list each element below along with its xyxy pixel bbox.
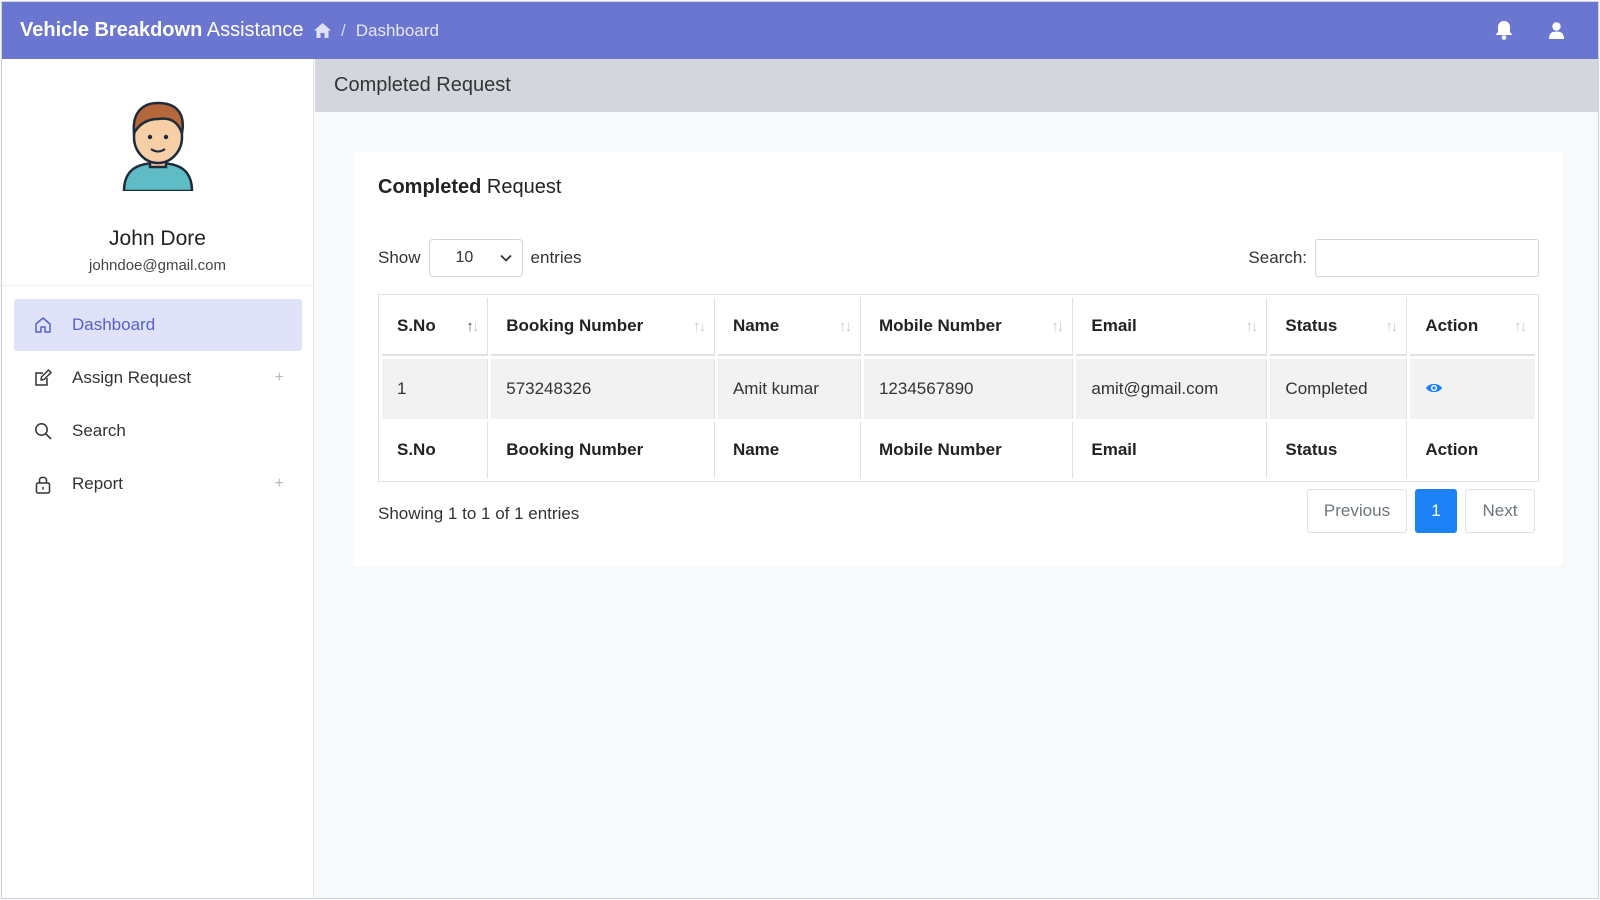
brand-title[interactable]: Vehicle Breakdown Assistance xyxy=(2,19,314,42)
footer-status: Status xyxy=(1270,422,1408,478)
table-row: 1 573248326 Amit kumar 1234567890 amit@g… xyxy=(382,359,1535,419)
search-icon xyxy=(32,420,54,442)
chevron-down-icon xyxy=(499,249,512,267)
lock-icon xyxy=(32,473,54,495)
footer-booking-number: Booking Number xyxy=(491,422,715,478)
column-header-mobile-number[interactable]: Mobile Number ↑↓ xyxy=(863,298,1074,356)
sidebar: John Dore johndoe@gmail.com Dashboard As… xyxy=(2,59,314,898)
column-header-status[interactable]: Status ↑↓ xyxy=(1270,298,1408,356)
table-search: Search: xyxy=(1248,239,1539,277)
cell-email: amit@gmail.com xyxy=(1076,359,1268,419)
footer-name: Name xyxy=(718,422,861,478)
column-header-booking-number[interactable]: Booking Number ↑↓ xyxy=(491,298,715,356)
sidebar-nav: Dashboard Assign Request + Search Report… xyxy=(14,299,302,511)
card-title: Completed Request xyxy=(378,176,561,199)
card-title-rest: Request xyxy=(481,176,562,198)
home-outline-icon xyxy=(32,314,54,336)
previous-button[interactable]: Previous xyxy=(1307,489,1407,533)
cell-mobile-number: 1234567890 xyxy=(863,359,1074,419)
search-label: Search: xyxy=(1248,248,1307,267)
cell-name: Amit kumar xyxy=(717,359,861,419)
footer-action: Action xyxy=(1425,440,1479,459)
breadcrumb-current: Dashboard xyxy=(355,20,439,40)
card-title-bold: Completed xyxy=(378,176,482,198)
column-header-action[interactable]: Action ↑↓ xyxy=(1410,298,1535,356)
footer-sno: S.No xyxy=(382,422,489,478)
sidebar-item-label: Assign Request xyxy=(72,368,192,387)
column-header-sno[interactable]: S.No ↑↓ xyxy=(382,298,489,356)
show-label: Show xyxy=(378,248,421,267)
sidebar-item-label: Search xyxy=(72,421,126,440)
sort-icon: ↑↓ xyxy=(838,318,852,335)
app-window: Vehicle Breakdown Assistance / Dashboard xyxy=(1,1,1599,899)
sidebar-item-assign-request[interactable]: Assign Request + xyxy=(14,352,302,404)
breadcrumb: / Dashboard xyxy=(314,21,439,41)
next-button[interactable]: Next xyxy=(1465,489,1535,533)
entries-select-value: 10 xyxy=(455,249,474,266)
sort-icon: ↑↓ xyxy=(1245,318,1258,335)
bell-icon[interactable] xyxy=(1495,21,1513,40)
brand-title-bold: Vehicle Breakdown xyxy=(20,19,203,41)
home-icon[interactable] xyxy=(314,23,331,38)
sort-icon: ↑↓ xyxy=(1514,318,1527,335)
top-navbar: Vehicle Breakdown Assistance / Dashboard xyxy=(2,2,1598,59)
completed-request-card: Completed Request Show 10 entries Search… xyxy=(353,152,1563,566)
expand-plus-icon[interactable]: + xyxy=(275,475,284,493)
cell-action xyxy=(1410,359,1535,419)
page-1-button[interactable]: 1 xyxy=(1415,489,1457,533)
requests-table: S.No ↑↓ Booking Number ↑↓ Name ↑↓ Mobile Nu… xyxy=(378,294,1539,482)
view-icon[interactable] xyxy=(1425,379,1443,398)
avatar xyxy=(120,97,196,193)
sort-icon: ↑↓ xyxy=(466,318,479,335)
sidebar-item-report[interactable]: Report + xyxy=(14,458,302,510)
table-header-row: S.No ↑↓ Booking Number ↑↓ Name ↑↓ Mobile Nu… xyxy=(382,298,1535,356)
sort-icon: ↑↓ xyxy=(1051,318,1064,335)
sidebar-item-dashboard[interactable]: Dashboard xyxy=(14,299,302,351)
search-input[interactable] xyxy=(1315,239,1539,277)
sidebar-item-label: Report xyxy=(72,474,124,493)
user-icon[interactable] xyxy=(1549,22,1564,39)
footer-mobile-number: Mobile Number xyxy=(864,422,1074,478)
footer-email: Email xyxy=(1076,422,1268,478)
sidebar-divider xyxy=(2,285,313,286)
brand-title-rest: Assistance xyxy=(202,19,304,41)
cell-booking-number: 573248326 xyxy=(491,359,715,419)
column-header-email[interactable]: Email ↑↓ xyxy=(1076,298,1268,356)
user-name: John Dore xyxy=(109,227,206,250)
entries-label: entries xyxy=(530,248,582,267)
entries-select[interactable]: 10 xyxy=(428,239,523,277)
cell-sno: 1 xyxy=(382,359,489,419)
topbar-actions xyxy=(1495,2,1564,59)
table-footer-row: S.No Booking Number Name Mobile Number E… xyxy=(382,422,1535,478)
breadcrumb-separator: / xyxy=(341,20,346,40)
table-info: Showing 1 to 1 of 1 entries xyxy=(378,504,580,523)
expand-plus-icon[interactable]: + xyxy=(275,369,284,387)
page-title: Completed Request xyxy=(315,59,1598,112)
entries-length-control: Show 10 entries xyxy=(378,239,582,277)
sort-icon: ↑↓ xyxy=(1385,318,1398,335)
sidebar-item-search[interactable]: Search xyxy=(14,405,302,457)
column-header-name[interactable]: Name ↑↓ xyxy=(717,298,861,356)
pagination: Previous 1 Next xyxy=(1307,489,1535,533)
edit-icon xyxy=(32,367,54,389)
cell-status: Completed xyxy=(1270,359,1408,419)
user-email: johndoe@gmail.com xyxy=(89,257,226,274)
sidebar-item-label: Dashboard xyxy=(72,315,156,334)
sort-icon: ↑↓ xyxy=(692,318,706,335)
